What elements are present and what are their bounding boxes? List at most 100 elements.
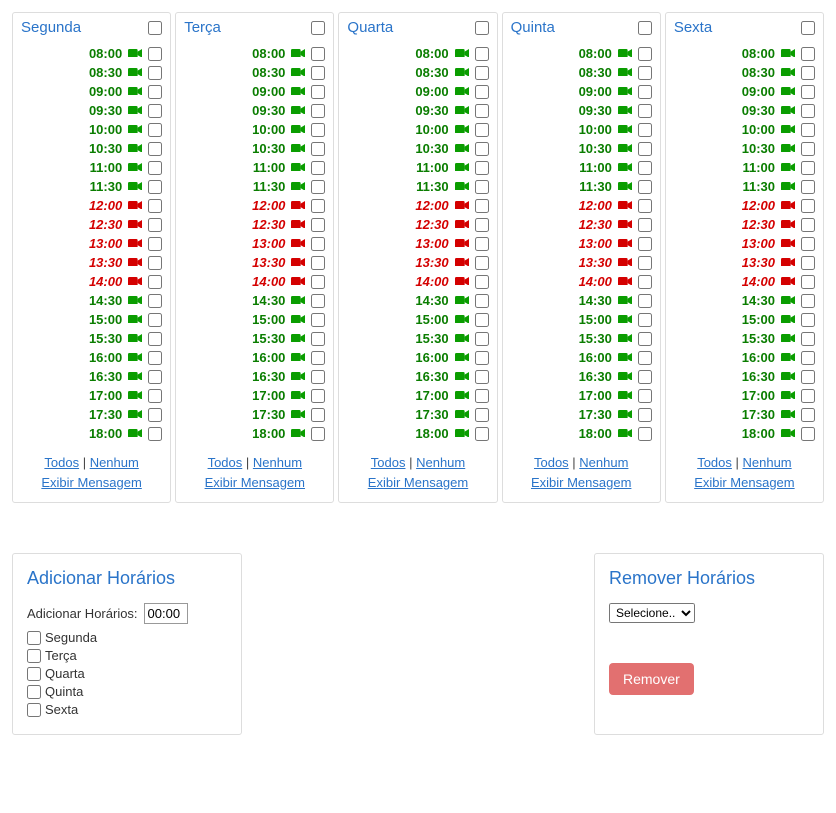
slot-checkbox[interactable] (638, 47, 652, 61)
add-day-checkbox-quinta[interactable] (27, 685, 41, 699)
slot-checkbox[interactable] (638, 218, 652, 232)
slot-checkbox[interactable] (475, 370, 489, 384)
slot-checkbox[interactable] (801, 370, 815, 384)
slot-checkbox[interactable] (311, 237, 325, 251)
select-all-link[interactable]: Todos (44, 455, 79, 470)
select-none-link[interactable]: Nenhum (416, 455, 465, 470)
day-select-checkbox[interactable] (801, 21, 815, 35)
slot-checkbox[interactable] (638, 104, 652, 118)
slot-checkbox[interactable] (475, 408, 489, 422)
slot-checkbox[interactable] (311, 47, 325, 61)
slot-checkbox[interactable] (148, 142, 162, 156)
slot-checkbox[interactable] (475, 85, 489, 99)
slot-checkbox[interactable] (311, 294, 325, 308)
slot-checkbox[interactable] (148, 275, 162, 289)
show-message-link[interactable]: Exibir Mensagem (205, 475, 305, 490)
slot-checkbox[interactable] (148, 85, 162, 99)
slot-checkbox[interactable] (801, 427, 815, 441)
select-none-link[interactable]: Nenhum (579, 455, 628, 470)
slot-checkbox[interactable] (148, 123, 162, 137)
slot-checkbox[interactable] (311, 66, 325, 80)
slot-checkbox[interactable] (801, 332, 815, 346)
select-none-link[interactable]: Nenhum (253, 455, 302, 470)
slot-checkbox[interactable] (475, 47, 489, 61)
slot-checkbox[interactable] (148, 66, 162, 80)
select-all-link[interactable]: Todos (697, 455, 732, 470)
select-none-link[interactable]: Nenhum (743, 455, 792, 470)
slot-checkbox[interactable] (475, 66, 489, 80)
slot-checkbox[interactable] (801, 123, 815, 137)
slot-checkbox[interactable] (148, 180, 162, 194)
slot-checkbox[interactable] (638, 370, 652, 384)
slot-checkbox[interactable] (311, 370, 325, 384)
slot-checkbox[interactable] (801, 313, 815, 327)
slot-checkbox[interactable] (148, 313, 162, 327)
slot-checkbox[interactable] (475, 199, 489, 213)
select-none-link[interactable]: Nenhum (90, 455, 139, 470)
slot-checkbox[interactable] (475, 351, 489, 365)
slot-checkbox[interactable] (475, 256, 489, 270)
slot-checkbox[interactable] (148, 294, 162, 308)
show-message-link[interactable]: Exibir Mensagem (694, 475, 794, 490)
slot-checkbox[interactable] (801, 389, 815, 403)
slot-checkbox[interactable] (801, 142, 815, 156)
slot-checkbox[interactable] (311, 218, 325, 232)
slot-checkbox[interactable] (801, 294, 815, 308)
day-select-checkbox[interactable] (475, 21, 489, 35)
slot-checkbox[interactable] (311, 275, 325, 289)
slot-checkbox[interactable] (475, 389, 489, 403)
slot-checkbox[interactable] (638, 142, 652, 156)
slot-checkbox[interactable] (638, 199, 652, 213)
slot-checkbox[interactable] (148, 427, 162, 441)
day-select-checkbox[interactable] (148, 21, 162, 35)
slot-checkbox[interactable] (311, 408, 325, 422)
slot-checkbox[interactable] (311, 104, 325, 118)
remove-button[interactable]: Remover (609, 663, 694, 695)
slot-checkbox[interactable] (801, 85, 815, 99)
slot-checkbox[interactable] (638, 123, 652, 137)
slot-checkbox[interactable] (311, 142, 325, 156)
slot-checkbox[interactable] (638, 332, 652, 346)
slot-checkbox[interactable] (148, 104, 162, 118)
slot-checkbox[interactable] (311, 199, 325, 213)
add-schedule-time-input[interactable] (144, 603, 188, 624)
slot-checkbox[interactable] (148, 408, 162, 422)
slot-checkbox[interactable] (311, 389, 325, 403)
remove-schedule-select[interactable]: Selecione.. (609, 603, 695, 623)
slot-checkbox[interactable] (148, 161, 162, 175)
day-select-checkbox[interactable] (311, 21, 325, 35)
slot-checkbox[interactable] (638, 389, 652, 403)
slot-checkbox[interactable] (475, 142, 489, 156)
slot-checkbox[interactable] (311, 256, 325, 270)
slot-checkbox[interactable] (638, 351, 652, 365)
slot-checkbox[interactable] (311, 332, 325, 346)
slot-checkbox[interactable] (638, 66, 652, 80)
slot-checkbox[interactable] (801, 256, 815, 270)
slot-checkbox[interactable] (475, 218, 489, 232)
slot-checkbox[interactable] (638, 180, 652, 194)
slot-checkbox[interactable] (475, 332, 489, 346)
slot-checkbox[interactable] (801, 66, 815, 80)
slot-checkbox[interactable] (475, 161, 489, 175)
slot-checkbox[interactable] (475, 313, 489, 327)
slot-checkbox[interactable] (148, 389, 162, 403)
slot-checkbox[interactable] (475, 104, 489, 118)
slot-checkbox[interactable] (801, 161, 815, 175)
slot-checkbox[interactable] (801, 47, 815, 61)
slot-checkbox[interactable] (638, 237, 652, 251)
show-message-link[interactable]: Exibir Mensagem (41, 475, 141, 490)
slot-checkbox[interactable] (801, 237, 815, 251)
slot-checkbox[interactable] (801, 218, 815, 232)
slot-checkbox[interactable] (801, 104, 815, 118)
day-select-checkbox[interactable] (638, 21, 652, 35)
show-message-link[interactable]: Exibir Mensagem (368, 475, 468, 490)
add-day-checkbox-segunda[interactable] (27, 631, 41, 645)
slot-checkbox[interactable] (801, 199, 815, 213)
slot-checkbox[interactable] (311, 123, 325, 137)
slot-checkbox[interactable] (311, 161, 325, 175)
slot-checkbox[interactable] (475, 275, 489, 289)
slot-checkbox[interactable] (148, 332, 162, 346)
select-all-link[interactable]: Todos (371, 455, 406, 470)
slot-checkbox[interactable] (148, 256, 162, 270)
slot-checkbox[interactable] (801, 275, 815, 289)
